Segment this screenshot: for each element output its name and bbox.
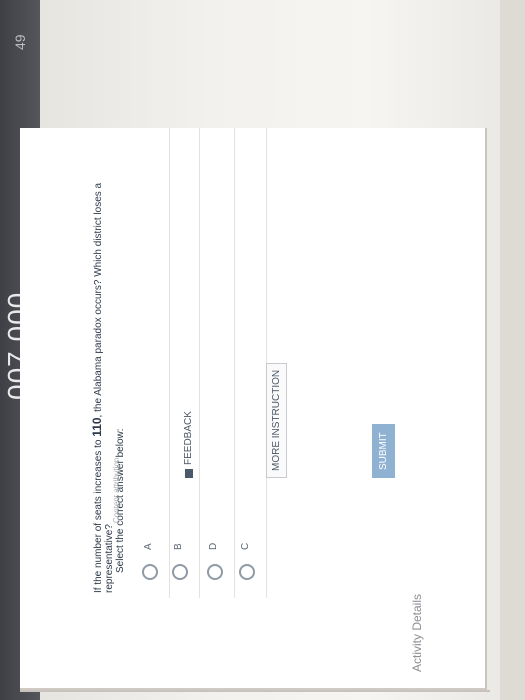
question-text-before: If the number of seats increases to (93, 436, 104, 593)
radio-circle-icon[interactable] (239, 564, 255, 580)
option-label: D (208, 542, 219, 550)
left-divider (20, 690, 490, 692)
feedback-label: FEEDBACK (183, 411, 194, 465)
page-number: 49 (12, 34, 28, 50)
option-b[interactable]: B (165, 128, 200, 598)
option-d[interactable]: D (200, 128, 235, 598)
submit-button[interactable]: SUBMIT (372, 424, 395, 478)
rotated-frame: … 007,000 49 If the number of seats incr… (0, 0, 525, 700)
option-label: A (143, 543, 154, 550)
seat-number: 110 (90, 417, 104, 437)
option-c[interactable]: C (232, 128, 267, 598)
feedback-icon (184, 469, 193, 478)
option-label: C (240, 542, 251, 550)
activity-details-link[interactable]: Activity Details (410, 594, 424, 672)
option-label: B (173, 543, 184, 550)
content-attribution[interactable]: Content attribution (112, 458, 121, 523)
radio-circle-icon[interactable] (142, 564, 158, 580)
radio-circle-icon[interactable] (172, 564, 188, 580)
more-instruction-button[interactable]: MORE INSTRUCTION (266, 362, 287, 478)
screen: … 007,000 49 If the number of seats incr… (0, 0, 525, 700)
radio-circle-icon[interactable] (207, 564, 223, 580)
feedback-button[interactable]: FEEDBACK (183, 411, 194, 478)
bottom-strip (500, 0, 525, 700)
